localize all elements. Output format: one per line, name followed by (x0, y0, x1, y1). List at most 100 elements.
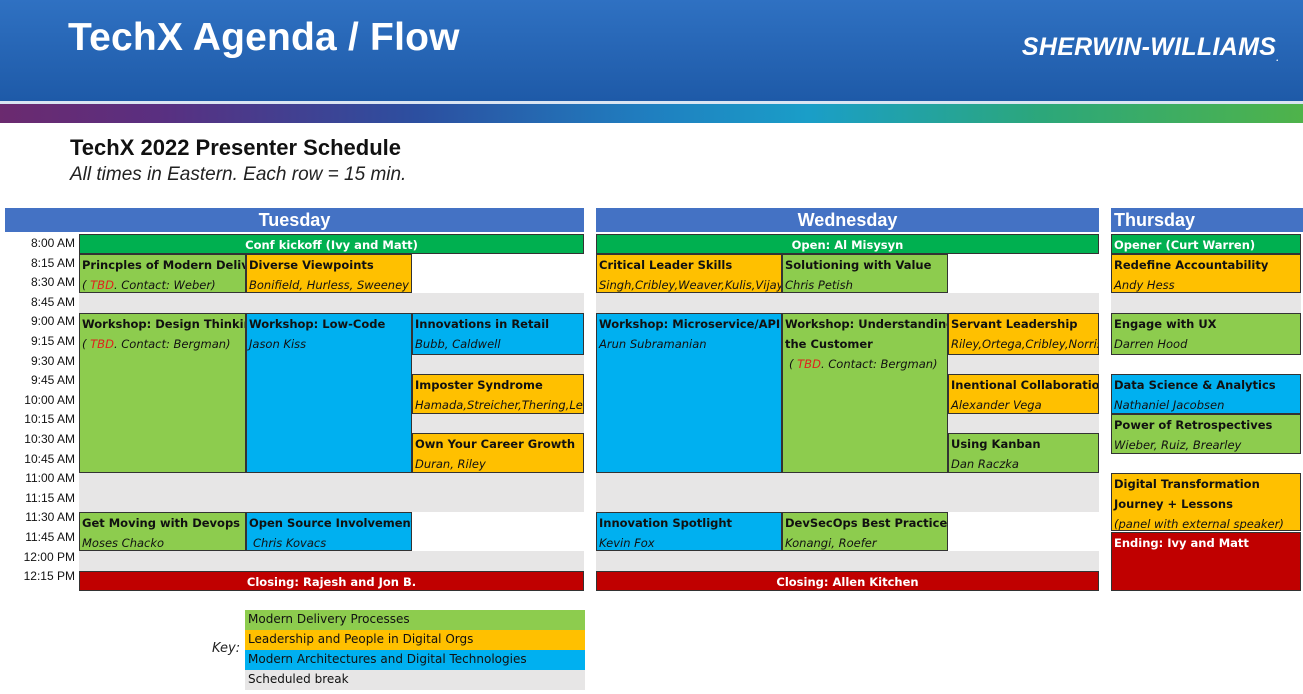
session-kickoff[interactable]: Conf kickoff (Ivy and Matt) (79, 234, 584, 254)
day-header-wednesday: Wednesday (596, 208, 1099, 232)
schedule-title: TechX 2022 Presenter Schedule (70, 135, 401, 160)
session-speaker: Arun Subramanian (599, 337, 707, 351)
session-speaker: Chris Kovacs (253, 536, 327, 550)
session-speaker: Moses Chacko (82, 536, 165, 550)
time-label: 8:15 AM (30, 255, 75, 270)
session-title: Innovation Spotlight (599, 516, 733, 530)
key-item-delivery: Modern Delivery Processes (245, 610, 585, 630)
session-title-line2: Journey + Lessons (1114, 497, 1233, 511)
session-retail[interactable]: Innovations in Retail Bubb, Caldwell (412, 313, 584, 355)
session-design-thinking[interactable]: Workshop: Design Thinking ( TBD. Contact… (79, 313, 246, 473)
session-servant[interactable]: Servant Leadership Riley,Ortega,Cribley,… (948, 313, 1099, 355)
session-title: Princples of Modern Delivery (82, 258, 245, 272)
paren: ( (82, 337, 91, 351)
session-closing-tuesday[interactable]: Closing: Rajesh and Jon B. (79, 571, 584, 591)
session-devops[interactable]: Get Moving with Devops Moses Chacko (79, 512, 246, 551)
schedule-subtitle: All times in Eastern. Each row = 15 min. (70, 164, 407, 185)
session-title: Power of Retrospectives (1114, 418, 1273, 432)
session-ux[interactable]: Engage with UX Darren Hood (1111, 313, 1301, 355)
session-speaker: Bonifield, Hurless, Sweeney (249, 278, 409, 292)
session-imposter[interactable]: Imposter Syndrome Hamada,Streicher,Theri… (412, 374, 584, 414)
session-retrospectives[interactable]: Power of Retrospectives Wieber, Ruiz, Br… (1111, 414, 1301, 454)
session-career[interactable]: Own Your Career Growth Duran, Riley (412, 433, 584, 473)
session-speaker: Dan Raczka (951, 457, 1019, 471)
session-data-science[interactable]: Data Science & Analytics Nathaniel Jacob… (1111, 374, 1301, 414)
time-label: 10:45 AM (24, 451, 75, 466)
session-title: Open: Al Misysyn (791, 238, 904, 252)
session-title: Opener (Curt Warren) (1114, 238, 1256, 252)
page-title: TechX Agenda / Flow (68, 16, 460, 59)
time-label: 9:30 AM (30, 353, 75, 368)
session-title: Get Moving with Devops (82, 516, 241, 530)
break-row (412, 414, 584, 434)
session-value[interactable]: Solutioning with Value Chris Petish (782, 254, 948, 293)
key-item-break: Scheduled break (245, 670, 585, 690)
tbd-label: TBD (90, 278, 114, 292)
session-title: Inentional Collaboration (951, 378, 1099, 392)
break-row (79, 293, 584, 313)
break-row (79, 551, 584, 571)
brand-name: SHERWIN-WILLIAMS (1021, 33, 1277, 61)
contact-label: . Contact: Bergman) (113, 337, 231, 351)
session-devsecops[interactable]: DevSecOps Best Practices Konangi, Roefer (782, 512, 948, 551)
session-speaker: Andy Hess (1114, 278, 1175, 292)
session-low-code[interactable]: Workshop: Low-Code Jason Kiss (246, 313, 412, 473)
session-title: Critical Leader Skills (599, 258, 733, 272)
session-understanding[interactable]: Workshop: Understanding the Customer ( T… (782, 313, 948, 473)
break-row (948, 414, 1099, 434)
session-digital-transformation[interactable]: Digital Transformation Journey + Lessons… (1111, 473, 1301, 531)
session-title: Redefine Accountability (1114, 258, 1269, 272)
session-open-source[interactable]: Open Source Involvement Chris Kovacs (246, 512, 412, 551)
session-title: Imposter Syndrome (415, 378, 543, 392)
session-title: Solutioning with Value (785, 258, 932, 272)
session-speaker: Darren Hood (1114, 337, 1188, 351)
session-speaker: Riley,Ortega,Cribley,Norris (951, 337, 1099, 351)
paren: ( (789, 357, 798, 371)
session-accountability[interactable]: Redefine Accountability Andy Hess (1111, 254, 1301, 293)
session-title: Closing: Allen Kitchen (776, 575, 919, 589)
brand-mark: . (1276, 53, 1279, 63)
session-speaker: ( TBD. Contact: Bergman) (82, 337, 231, 351)
time-label: 8:30 AM (30, 275, 75, 290)
key-item-architecture: Modern Architectures and Digital Technol… (245, 650, 585, 670)
tbd-label: TBD (90, 337, 114, 351)
session-speaker: Nathaniel Jacobsen (1114, 398, 1225, 412)
session-title: Workshop: Understanding (785, 317, 948, 331)
time-label: 10:15 AM (24, 412, 75, 427)
session-speaker: Chris Petish (785, 278, 853, 292)
session-title: Diverse Viewpoints (249, 258, 374, 272)
session-microservice[interactable]: Workshop: Microservice/API Arun Subraman… (596, 313, 782, 473)
session-title: Ending: Ivy and Matt (1114, 536, 1249, 550)
session-speaker: Wieber, Ruiz, Brearley (1114, 438, 1242, 452)
brand-logo: SHERWIN-WILLIAMS. (1022, 33, 1279, 63)
time-label: 11:00 AM (25, 471, 75, 486)
break-row (596, 551, 1099, 571)
session-collaboration[interactable]: Inentional Collaboration Alexander Vega (948, 374, 1099, 414)
time-label: 11:15 AM (25, 490, 75, 505)
time-label: 12:00 PM (23, 549, 75, 564)
session-opener-wednesday[interactable]: Open: Al Misysyn (596, 234, 1099, 254)
session-speaker: ( TBD. Contact: Bergman) (789, 357, 938, 371)
contact-label: . Contact: Weber) (113, 278, 216, 292)
break-row (79, 473, 584, 512)
session-speaker: Alexander Vega (951, 398, 1042, 412)
session-critical[interactable]: Critical Leader Skills Singh,Cribley,Wea… (596, 254, 782, 293)
session-kanban[interactable]: Using Kanban Dan Raczka (948, 433, 1099, 473)
break-row (596, 473, 1099, 512)
session-spotlight[interactable]: Innovation Spotlight Kevin Fox (596, 512, 782, 551)
break-row (948, 355, 1099, 375)
stripe-divider (0, 101, 1303, 104)
session-principles[interactable]: Princples of Modern Delivery ( TBD. Cont… (79, 254, 246, 293)
session-speaker: Hamada,Streicher,Thering,Lee (415, 398, 584, 412)
session-speaker: (panel with external speaker) (1114, 517, 1284, 531)
break-row (412, 355, 584, 375)
time-label: 11:30 AM (25, 510, 75, 525)
session-opener-thursday[interactable]: Opener (Curt Warren) (1111, 234, 1301, 254)
session-speaker: Konangi, Roefer (785, 536, 877, 550)
time-label: 10:30 AM (24, 432, 75, 446)
session-ending[interactable]: Ending: Ivy and Matt (1111, 532, 1301, 591)
session-title: Workshop: Design Thinking (82, 317, 246, 331)
session-diverse[interactable]: Diverse Viewpoints Bonifield, Hurless, S… (246, 254, 412, 293)
session-title-line2: the Customer (785, 337, 873, 351)
session-closing-wednesday[interactable]: Closing: Allen Kitchen (596, 571, 1099, 591)
